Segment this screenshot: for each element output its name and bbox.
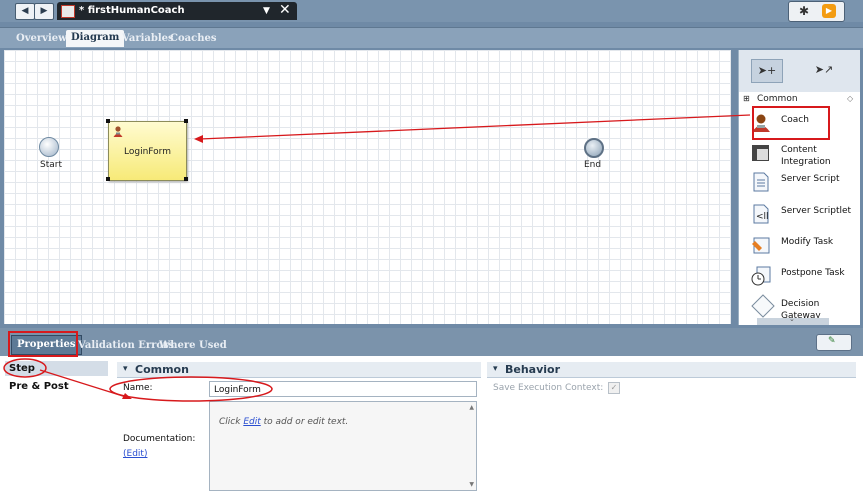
- palette-scrollbar[interactable]: ⌄: [757, 315, 829, 325]
- document-tab-title: * firstHumanCoach: [79, 5, 185, 16]
- scroll-down-icon[interactable]: ▼: [469, 481, 474, 488]
- collapse-icon[interactable]: ◇: [847, 94, 853, 103]
- panel-action-button[interactable]: ✎: [816, 334, 852, 351]
- palette-item-content-integration[interactable]: Content Integration: [751, 143, 858, 169]
- start-label: Start: [40, 160, 62, 170]
- documentation-field[interactable]: Click Edit to add or edit text. ▲ ▼: [209, 401, 477, 491]
- run-controls: ✱ ▶: [788, 1, 845, 22]
- palette-item-server-scriptlet[interactable]: <ll Server Scriptlet: [751, 204, 858, 228]
- editor-tabs: Overview Diagram Variables Coaches: [0, 27, 863, 48]
- palette-tools: ➤+ ➤↗: [739, 50, 860, 92]
- tab-overview[interactable]: Overview: [11, 31, 72, 46]
- edit-panel-icon: ✎: [828, 336, 836, 346]
- chevron-down-icon[interactable]: ⌄: [789, 315, 795, 323]
- documentation-hint: Click Edit to add or edit text.: [219, 417, 349, 427]
- nav-item-pre-post[interactable]: Pre & Post: [5, 379, 108, 394]
- palette-item-postpone-task[interactable]: Postpone Task: [751, 266, 858, 290]
- palette: ➤+ ➤↗ ⊞ Common ◇ Coach Content Integrati…: [738, 50, 860, 325]
- start-event[interactable]: [39, 137, 59, 157]
- coach-icon: [752, 114, 770, 132]
- name-input[interactable]: LoginForm: [209, 381, 477, 397]
- document-tab[interactable]: * firstHumanCoach ▼ ✕: [57, 2, 297, 20]
- title-bar: ◀ ▶ * firstHumanCoach ▼ ✕ ✱ ▶: [0, 0, 863, 22]
- tab-diagram[interactable]: Diagram: [66, 30, 125, 47]
- name-label: Name:: [123, 383, 153, 393]
- documentation-edit-link[interactable]: (Edit): [123, 449, 147, 459]
- content-integration-icon: [752, 145, 769, 161]
- coach-document-icon: [61, 5, 75, 18]
- task-label: LoginForm: [124, 147, 171, 157]
- common-section-header[interactable]: ▾ Common: [117, 362, 481, 378]
- loginform-task[interactable]: LoginForm: [108, 121, 187, 181]
- bottom-tabs: Properties Validation Errors Where Used …: [0, 328, 863, 356]
- save-execution-context-checkbox[interactable]: ✓: [608, 382, 620, 394]
- palette-item-server-script[interactable]: Server Script: [751, 172, 858, 196]
- nav-item-step[interactable]: Step: [5, 361, 108, 376]
- connect-tool-icon[interactable]: ➤↗: [809, 59, 839, 81]
- run-icon[interactable]: ▶: [822, 4, 836, 18]
- selection-handle[interactable]: [106, 177, 110, 181]
- documentation-label: Documentation:: [123, 434, 196, 444]
- properties-nav: Step Pre & Post: [5, 358, 108, 494]
- tab-where-used[interactable]: Where Used: [159, 338, 227, 354]
- tab-coaches[interactable]: Coaches: [165, 31, 221, 46]
- decision-gateway-icon: [751, 294, 775, 318]
- palette-section-common[interactable]: ⊞ Common ◇: [741, 93, 858, 107]
- end-label: End: [584, 160, 602, 170]
- edit-link[interactable]: Edit: [243, 417, 260, 427]
- palette-group-icon: ⊞: [743, 94, 750, 103]
- scroll-up-icon[interactable]: ▲: [469, 404, 474, 411]
- properties-panel: Properties Validation Errors Where Used …: [0, 328, 863, 494]
- palette-item-coach[interactable]: Coach: [751, 113, 858, 133]
- coach-task-icon: [113, 126, 123, 137]
- collapse-arrow-icon: ▾: [123, 364, 128, 374]
- selection-handle[interactable]: [106, 119, 110, 123]
- behavior-section-header[interactable]: ▾ Behavior: [487, 362, 856, 378]
- tab-close-icon[interactable]: ✕: [279, 1, 291, 19]
- selection-handle[interactable]: [184, 177, 188, 181]
- select-tool-icon[interactable]: ➤+: [751, 59, 783, 83]
- svg-text:<ll: <ll: [756, 212, 769, 222]
- collapse-arrow-icon: ▾: [493, 364, 498, 374]
- back-button[interactable]: ◀: [15, 3, 35, 20]
- tab-properties[interactable]: Properties: [11, 335, 82, 355]
- server-script-icon: [753, 172, 769, 192]
- server-scriptlet-icon: <ll: [753, 204, 769, 224]
- end-event[interactable]: [584, 138, 604, 158]
- palette-item-decision-gateway[interactable]: Decision Gateway: [751, 294, 858, 321]
- postpone-task-icon: [751, 266, 771, 286]
- selection-handle[interactable]: [184, 119, 188, 123]
- save-execution-context-label: Save Execution Context:: [493, 383, 604, 393]
- palette-item-modify-task[interactable]: Modify Task: [751, 235, 858, 259]
- modify-task-icon: [752, 237, 770, 254]
- diagram-canvas[interactable]: Start LoginForm End: [4, 50, 731, 324]
- tab-dropdown-icon[interactable]: ▼: [263, 2, 270, 20]
- forward-button[interactable]: ▶: [34, 3, 54, 20]
- debug-icon[interactable]: ✱: [799, 4, 809, 18]
